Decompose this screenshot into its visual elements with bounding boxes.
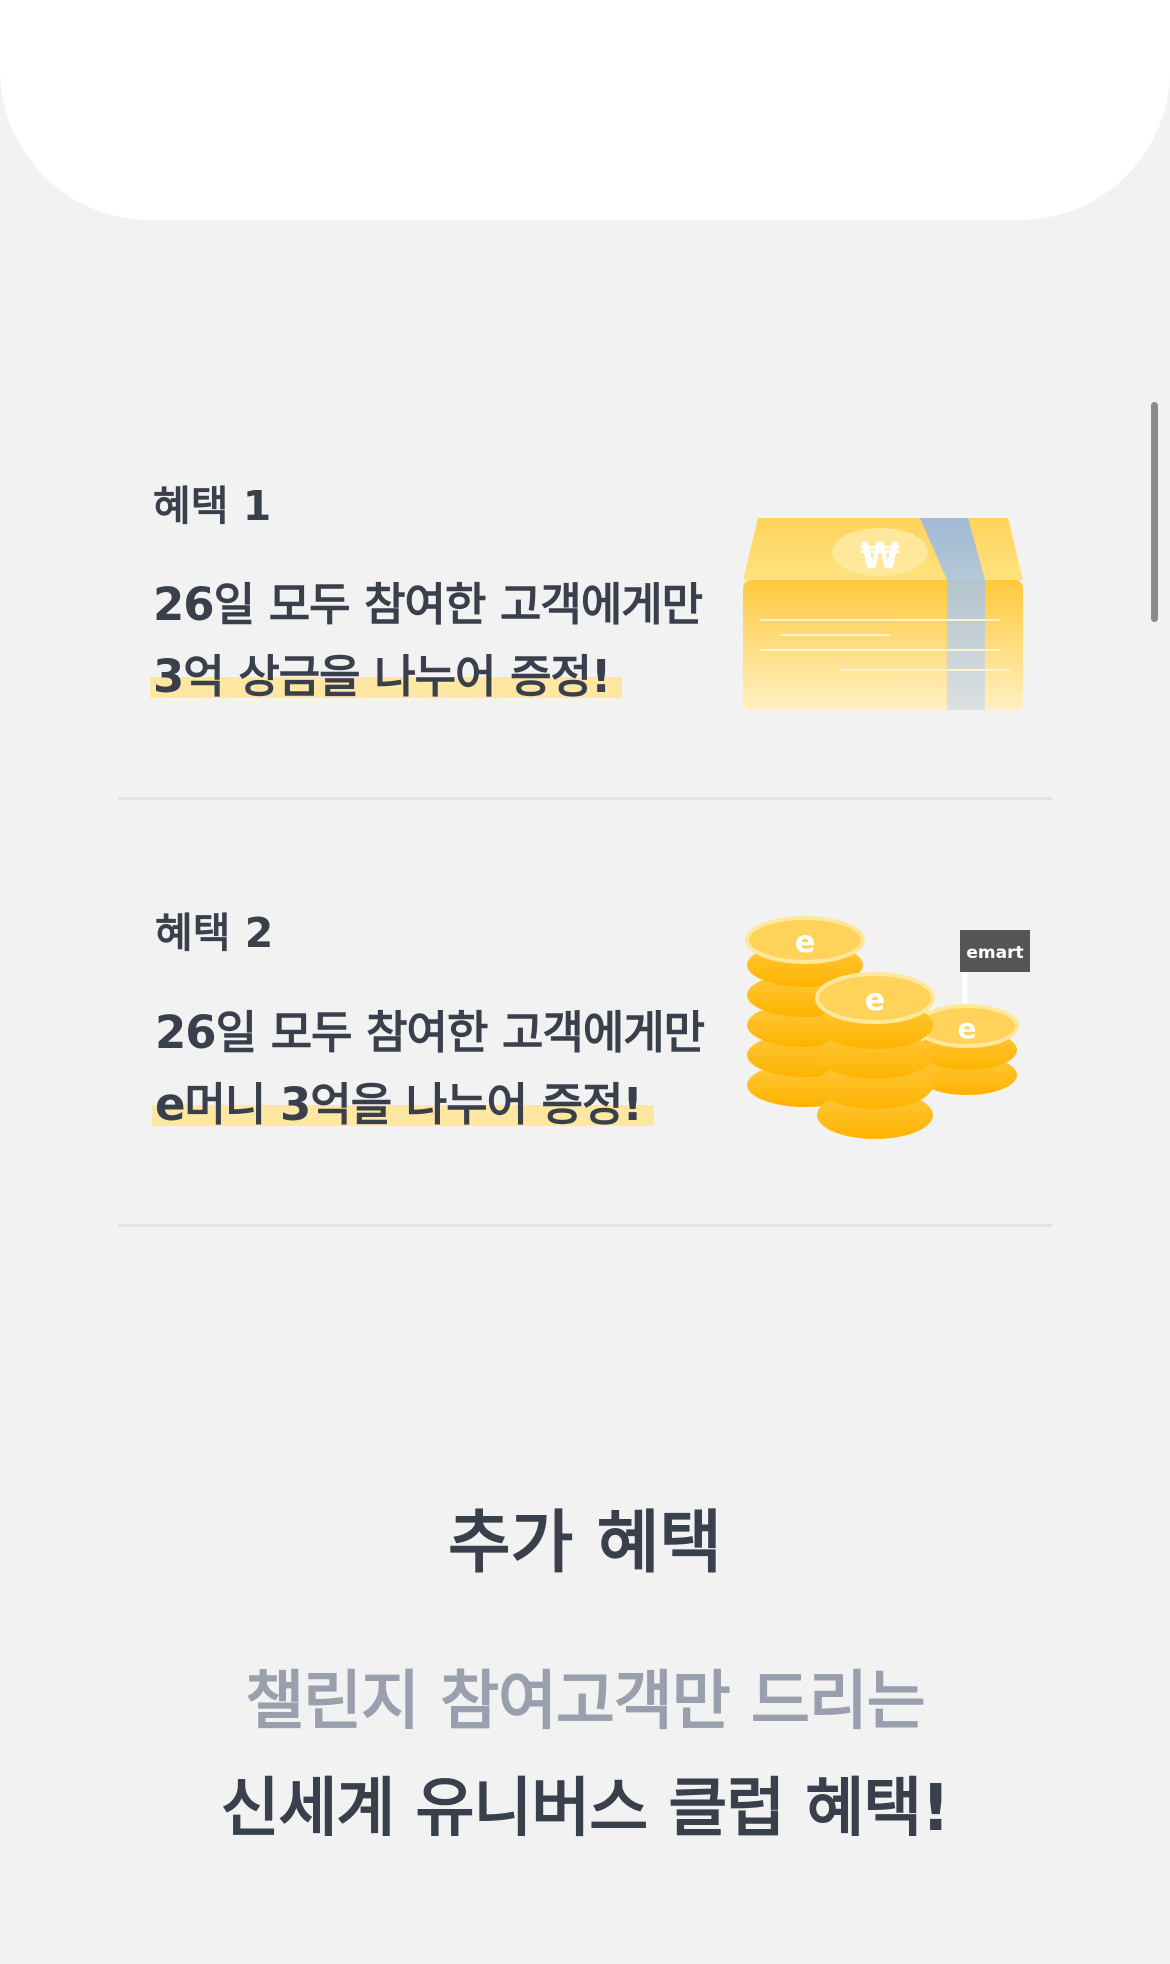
divider-1 [118,797,1052,800]
benefit-1-tag: 혜택 1 [153,482,272,530]
benefit-2-line1: 26일 모두 참여한 고객에게만 [155,1006,705,1059]
svg-text:₩: ₩ [860,536,900,577]
svg-text:e: e [958,1012,977,1045]
extra-benefits-subtitle: 챌린지 참여고객만 드리는 [245,1665,925,1739]
benefit-2-line2: e머니 3억을 나누어 증정! [155,1078,643,1131]
scrollbar[interactable] [1151,402,1158,622]
svg-text:e: e [795,925,815,960]
benefit-1-line1: 26일 모두 참여한 고객에게만 [153,578,703,631]
emart-badge-text: emart [966,943,1023,963]
benefit-2-tag: 혜택 2 [155,909,274,957]
benefit-1-line2: 3억 상금을 나누어 증정! [153,650,611,703]
top-card [0,0,1170,220]
money-stack-icon: ₩ [743,518,1023,710]
emart-coins-icon: emart e e e [745,916,1030,1139]
extra-benefits-title: 추가 혜택 [448,1504,722,1583]
extra-benefits-subtitle-2: 신세계 유니버스 클럽 혜택! [220,1772,951,1846]
divider-2 [118,1224,1052,1227]
svg-text:e: e [865,983,885,1018]
